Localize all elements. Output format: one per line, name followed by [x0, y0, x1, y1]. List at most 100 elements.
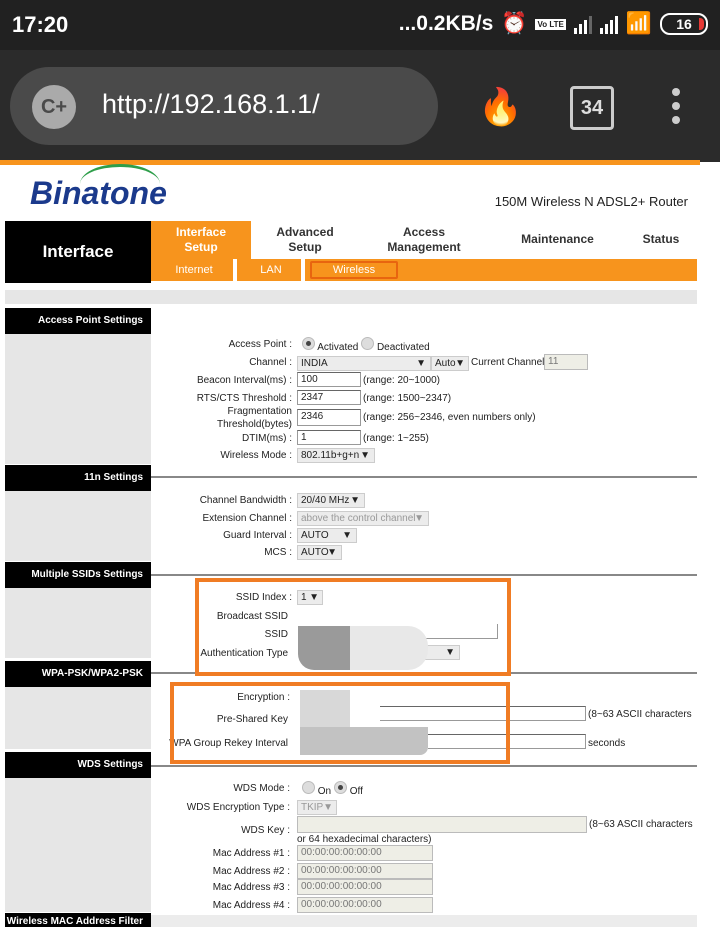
- mcs-select[interactable]: AUTO ▼: [297, 545, 342, 560]
- tab-advanced-setup[interactable]: Advanced Setup: [251, 221, 359, 259]
- overflow-menu-icon[interactable]: [668, 88, 684, 124]
- section-wpa: WPA-PSK/WPA2-PSK: [5, 661, 151, 687]
- sidebar-fill: [5, 334, 151, 464]
- deactivated-radio[interactable]: [361, 337, 375, 350]
- current-channel-field: 11: [544, 354, 588, 370]
- rts-range: (range: 1500~2347): [363, 393, 452, 404]
- subtab-lan[interactable]: LAN: [241, 261, 301, 279]
- wds-key-input[interactable]: [297, 816, 587, 833]
- guard-interval-value: AUTO: [301, 530, 329, 541]
- channel-select[interactable]: INDIA ▼: [297, 356, 431, 371]
- clock: 17:20: [12, 12, 69, 37]
- mcs-value: AUTO: [301, 547, 329, 558]
- status-bar: 17:20 ...0.2KB/s ⏰ Vo LTE 📶 16: [0, 0, 720, 50]
- chevron-down-icon: ▼: [350, 495, 360, 506]
- mac-address-input-3[interactable]: 00:00:00:00:00:00: [297, 879, 433, 895]
- url-text[interactable]: http://192.168.1.1/: [102, 89, 320, 120]
- access-point-radios: Activated Deactivated: [302, 337, 430, 354]
- tabs-icon[interactable]: 34: [570, 86, 614, 130]
- address-bar[interactable]: C+ http://192.168.1.1/: [10, 67, 438, 145]
- tab-access-management[interactable]: Access Management: [359, 221, 489, 259]
- brand-logo: Binatone: [30, 175, 167, 211]
- nav-section-title: Interface: [5, 221, 151, 283]
- activated-radio[interactable]: [302, 337, 315, 350]
- net-speed: ...0.2KB/s: [398, 12, 494, 35]
- tab-label: Maintenance: [521, 232, 594, 246]
- mac-address-input-4[interactable]: 00:00:00:00:00:00: [297, 897, 433, 913]
- channel-auto-select[interactable]: Auto ▼: [431, 356, 469, 371]
- battery-icon: 16: [660, 13, 708, 35]
- chevron-down-icon: ▼: [323, 802, 333, 813]
- channel-auto-value: Auto: [435, 358, 456, 369]
- subtab-internet[interactable]: Internet: [157, 261, 231, 279]
- tab-interface-setup[interactable]: Interface Setup: [151, 221, 251, 259]
- mac-address-input-2[interactable]: 00:00:00:00:00:00: [297, 863, 433, 879]
- wireless-mode-value: 802.11b+g+n: [301, 450, 360, 461]
- tab-label: Access Management: [387, 225, 461, 254]
- wds-mode-radios: On Off: [302, 781, 363, 798]
- bandwidth-label: Channel Bandwidth :: [199, 495, 292, 506]
- fragmentation-input[interactable]: 2346: [297, 409, 361, 426]
- frag-label-2: Threshold(bytes): [216, 419, 292, 430]
- flame-icon[interactable]: 🔥: [478, 86, 523, 128]
- wds-key-label: WDS Key :: [241, 825, 290, 836]
- wireless-mode-select[interactable]: 802.11b+g+n ▼: [297, 448, 375, 463]
- tab-label: Interface Setup: [175, 225, 227, 254]
- extension-channel-label: Extension Channel :: [202, 513, 292, 524]
- wds-on-radio[interactable]: [302, 781, 315, 794]
- chevron-down-icon: ▼: [342, 530, 352, 541]
- chevron-down-icon: ▼: [327, 547, 337, 558]
- beacon-range: (range: 20~1000): [363, 375, 441, 386]
- wireless-mode-label: Wireless Mode :: [220, 450, 292, 461]
- deactivated-label: Deactivated: [376, 342, 430, 354]
- beacon-interval-input[interactable]: 100: [297, 372, 361, 387]
- wds-on-label: On: [317, 786, 332, 798]
- chevron-down-icon: ▼: [416, 358, 426, 369]
- chevron-down-icon: ▼: [360, 450, 370, 461]
- section-access-point: Access Point Settings: [5, 308, 151, 334]
- volte-icon: Vo LTE: [535, 18, 566, 30]
- bandwidth-select[interactable]: 20/40 MHz ▼: [297, 493, 365, 508]
- wds-off-radio[interactable]: [333, 781, 347, 794]
- mac-label-2: Mac Address #2 :: [212, 866, 290, 877]
- tab-maintenance[interactable]: Maintenance: [495, 221, 620, 259]
- content-top-strip: [5, 290, 697, 304]
- battery-level: 16: [676, 16, 692, 32]
- psk-note: (8~63 ASCII characters: [588, 709, 692, 720]
- subtab-wireless[interactable]: Wireless: [310, 261, 398, 279]
- cplus-icon[interactable]: C+: [32, 85, 76, 129]
- wds-off-label: Off: [349, 786, 363, 798]
- wds-encryption-select[interactable]: TKIP ▼: [297, 800, 337, 815]
- extension-channel-value: above the control channel: [301, 513, 416, 524]
- product-name: 150M Wireless N ADSL2+ Router: [494, 194, 688, 209]
- wds-mode-label: WDS Mode :: [233, 783, 290, 794]
- content-bottom-strip: [151, 915, 697, 927]
- header-divider: [0, 160, 700, 165]
- bandwidth-value: 20/40 MHz: [301, 495, 350, 506]
- highlight-box-ssid: [195, 578, 511, 676]
- wds-encryption-label: WDS Encryption Type :: [186, 802, 290, 813]
- mcs-label: MCS :: [264, 547, 292, 558]
- browser-toolbar: C+ http://192.168.1.1/ 🔥 34: [0, 50, 720, 162]
- signal-icon-2: [599, 14, 618, 34]
- channel-value: INDIA: [301, 358, 328, 369]
- beacon-label: Beacon Interval(ms) :: [196, 375, 292, 386]
- guard-interval-select[interactable]: AUTO ▼: [297, 528, 357, 543]
- signal-icon: [573, 14, 592, 34]
- channel-label: Channel :: [249, 357, 292, 368]
- chevron-down-icon: ▼: [414, 513, 424, 524]
- wds-key-note-2: or 64 hexadecimal characters): [297, 834, 432, 845]
- rts-threshold-input[interactable]: 2347: [297, 390, 361, 405]
- highlight-box-wpa: [170, 682, 510, 764]
- mac-address-input-1[interactable]: 00:00:00:00:00:00: [297, 845, 433, 861]
- section-multiple-ssids: Multiple SSIDs Settings: [5, 562, 151, 588]
- section-11n: 11n Settings: [5, 465, 151, 491]
- section-divider: [151, 765, 697, 767]
- mac-label-4: Mac Address #4 :: [212, 900, 290, 911]
- mac-label-3: Mac Address #3 :: [212, 882, 290, 893]
- guard-interval-label: Guard Interval :: [223, 530, 292, 541]
- wds-encryption-value: TKIP: [301, 802, 324, 813]
- extension-channel-select[interactable]: above the control channel ▼: [297, 511, 429, 526]
- dtim-input[interactable]: 1: [297, 430, 361, 445]
- tab-status[interactable]: Status: [625, 221, 697, 259]
